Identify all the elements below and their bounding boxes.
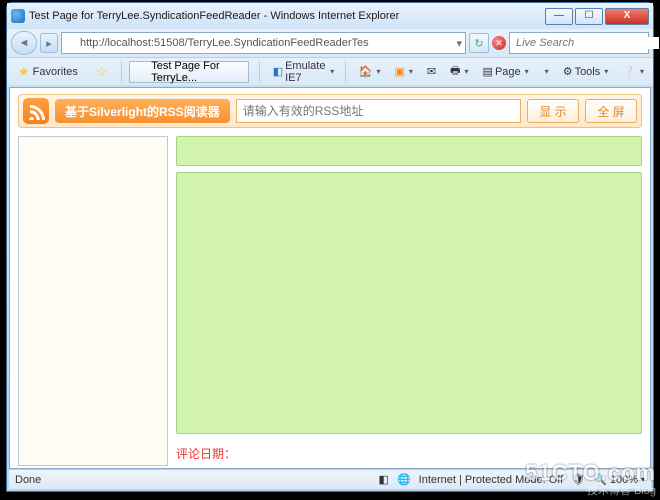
- separator: [259, 61, 262, 83]
- back-button[interactable]: ◄: [11, 31, 37, 55]
- feed-list-panel[interactable]: [18, 136, 168, 466]
- rss-reader-app: 基于Silverlight的RSS阅读器 显 示 全 屏 评论日期：: [10, 88, 650, 472]
- app-body: 评论日期：: [18, 136, 642, 466]
- star-icon: ★: [18, 64, 30, 80]
- print-button[interactable]: 🖶: [445, 62, 473, 82]
- star-add-icon: ☆: [96, 64, 108, 80]
- nav-toolbar: ◄ ▸ ▾ ↻ ✕ 🔍: [7, 29, 653, 57]
- show-button[interactable]: 显 示: [527, 99, 579, 123]
- ie-icon: [11, 9, 25, 23]
- rss-icon: [23, 98, 49, 124]
- refresh-button[interactable]: ↻: [469, 33, 489, 53]
- emulate-button[interactable]: ◧Emulate IE7: [268, 62, 340, 82]
- feed-content-panel: 评论日期：: [176, 136, 642, 466]
- compat-icon[interactable]: ◧: [379, 473, 389, 486]
- fullscreen-button[interactable]: 全 屏: [585, 99, 637, 123]
- page-menu-button[interactable]: ▤Page: [478, 62, 534, 82]
- app-header: 基于Silverlight的RSS阅读器 显 示 全 屏: [18, 94, 642, 128]
- add-favorite-button[interactable]: ☆: [89, 62, 115, 82]
- browser-window: Test Page for TerryLee.SyndicationFeedRe…: [6, 2, 654, 492]
- safety-menu-button[interactable]: Safety: [538, 62, 554, 82]
- address-bar[interactable]: ▾: [61, 32, 466, 54]
- app-title: 基于Silverlight的RSS阅读器: [55, 99, 230, 123]
- window-title: Test Page for TerryLee.SyndicationFeedRe…: [29, 10, 545, 22]
- status-text: Done: [15, 474, 41, 486]
- feeds-button[interactable]: ▣: [390, 62, 418, 82]
- internet-zone-icon: 🌐: [397, 473, 411, 486]
- status-bar: Done ◧ 🌐 Internet | Protected Mode: Off …: [9, 469, 651, 489]
- feed-title-box: [176, 136, 642, 166]
- url-input[interactable]: [80, 37, 453, 49]
- forward-button[interactable]: ▸: [40, 33, 58, 53]
- separator: [121, 61, 124, 83]
- mail-button[interactable]: ✉: [422, 62, 441, 82]
- favorites-toolbar: ★Favorites ☆ Test Page For TerryLe... ◧E…: [7, 57, 653, 85]
- stop-button[interactable]: ✕: [492, 36, 506, 50]
- page-icon: [65, 37, 77, 49]
- title-bar: Test Page for TerryLee.SyndicationFeedRe…: [7, 3, 653, 29]
- help-button[interactable]: ❔: [617, 62, 649, 82]
- security-icon[interactable]: 🛡: [571, 473, 585, 486]
- separator: [345, 61, 348, 83]
- search-box[interactable]: 🔍: [509, 32, 649, 54]
- maximize-button[interactable]: ☐: [575, 8, 603, 25]
- protected-mode-text: Internet | Protected Mode: Off: [419, 474, 564, 486]
- comment-date-label: 评论日期：: [176, 440, 642, 466]
- minimize-button[interactable]: —: [545, 8, 573, 25]
- home-button[interactable]: 🏠: [354, 62, 386, 82]
- browser-tab[interactable]: Test Page For TerryLe...: [129, 61, 249, 83]
- rss-url-input[interactable]: [236, 99, 521, 123]
- favorites-button[interactable]: ★Favorites: [11, 62, 85, 82]
- zoom-icon: 🔍: [593, 473, 607, 486]
- search-input[interactable]: [516, 37, 659, 49]
- dropdown-icon[interactable]: ▾: [456, 37, 462, 50]
- tab-icon: [138, 66, 147, 78]
- page-content: 基于Silverlight的RSS阅读器 显 示 全 屏 评论日期：: [9, 87, 651, 469]
- feed-body-box: [176, 172, 642, 434]
- tools-menu-button[interactable]: ⚙Tools: [558, 62, 614, 82]
- zoom-control[interactable]: 🔍100%▾: [593, 473, 645, 486]
- close-button[interactable]: X: [605, 8, 649, 25]
